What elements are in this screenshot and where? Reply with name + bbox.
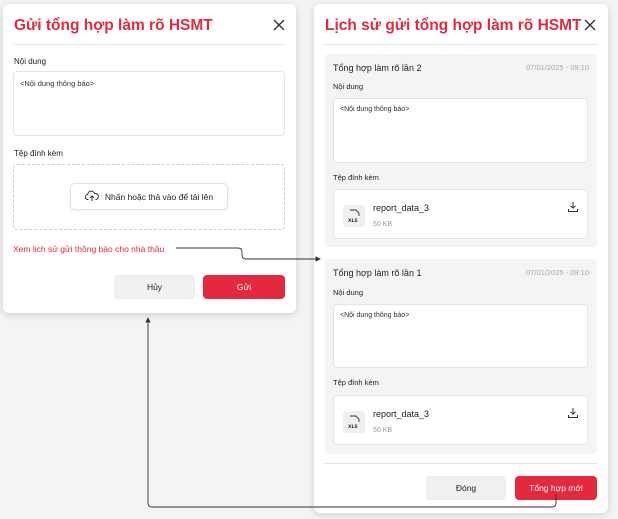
new-summary-button[interactable]: Tổng hợp mới <box>515 476 597 500</box>
cancel-button[interactable]: Hủy <box>114 275 195 299</box>
entry-date: 07/01/2025 - 09:10 <box>526 268 589 277</box>
history-link[interactable]: Xem lịch sử gửi thông báo cho nhà thầu <box>13 244 164 254</box>
divider <box>13 44 285 45</box>
history-entry: Tổng hợp làm rõ lần 2 07/01/2025 - 09:10… <box>325 54 597 247</box>
send-button[interactable]: Gửi <box>203 275 285 299</box>
file-item: XLS report_data_3 50 KB <box>333 395 588 445</box>
content-label: Nội dung <box>14 57 47 66</box>
xls-file-icon: XLS <box>343 411 365 433</box>
history-entry: Tổng hợp làm rõ lần 1 07/01/2025 - 09:10… <box>325 259 597 454</box>
entry-title: Tổng hợp làm rõ lần 1 <box>333 268 422 278</box>
content-value: <Nội dung thông báo> <box>333 304 588 368</box>
close-button[interactable]: Đóng <box>426 476 506 500</box>
upload-button[interactable]: Nhấn hoặc thả vào để tải lên <box>70 183 228 210</box>
close-icon[interactable] <box>581 16 599 34</box>
entry-date: 07/01/2025 - 09:10 <box>526 63 589 72</box>
svg-text:XLS: XLS <box>348 218 358 223</box>
close-icon[interactable] <box>270 16 288 34</box>
file-name: report_data_3 <box>373 203 430 213</box>
content-value: <Nội dung thông báo> <box>333 98 588 163</box>
send-summary-modal: Gửi tổng hợp làm rõ HSMT Nội dung <Nội d… <box>3 4 296 313</box>
file-name: report_data_3 <box>373 409 430 419</box>
file-item: XLS report_data_3 50 KB <box>333 189 588 239</box>
file-size: 50 KB <box>373 427 393 434</box>
content-textarea[interactable]: <Nội dung thông báo> <box>13 71 285 136</box>
upload-dropzone[interactable]: Nhấn hoặc thả vào để tải lên <box>13 164 285 230</box>
modal-title: Lịch sử gửi tổng hợp làm rõ HSMT <box>325 17 582 34</box>
content-label: Nội dung <box>333 288 364 297</box>
entry-title: Tổng hợp làm rõ lần 2 <box>333 63 422 73</box>
download-icon[interactable] <box>567 406 579 418</box>
file-size: 50 KB <box>373 221 393 228</box>
attachment-label: Tệp đính kèm <box>14 149 63 158</box>
xls-file-icon: XLS <box>343 205 365 227</box>
upload-label: Nhấn hoặc thả vào để tải lên <box>104 191 214 202</box>
attachment-label: Tệp đính kèm <box>333 173 379 182</box>
cloud-upload-icon <box>84 190 99 204</box>
divider <box>324 463 598 464</box>
divider <box>324 44 598 45</box>
download-icon[interactable] <box>567 200 579 212</box>
content-label: Nội dung <box>333 82 364 91</box>
svg-text:XLS: XLS <box>348 424 358 429</box>
attachment-label: Tệp đính kèm <box>333 378 379 387</box>
modal-title: Gửi tổng hợp làm rõ HSMT <box>14 17 213 34</box>
history-modal: Lịch sử gửi tổng hợp làm rõ HSMT Tổng hợ… <box>314 4 608 513</box>
